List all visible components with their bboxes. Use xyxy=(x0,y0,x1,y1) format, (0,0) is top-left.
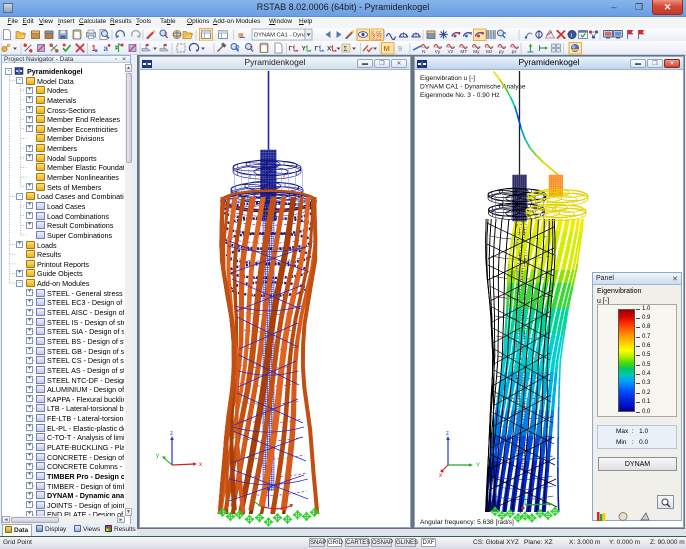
svg-text:Mz: Mz xyxy=(486,49,493,55)
svg-text:Eigenmode No. 3 - 0.90 Hz: Eigenmode No. 3 - 0.90 Hz xyxy=(420,92,500,99)
svg-text:i: i xyxy=(571,32,573,39)
svg-text:↗: ↗ xyxy=(502,32,507,38)
svg-text:Angular frequency: 5.638 [rad/: Angular frequency: 5.638 [rad/s] xyxy=(420,519,514,526)
svg-text:×: × xyxy=(164,32,167,38)
svg-text:Y: Y xyxy=(476,463,480,469)
svg-text:Vz: Vz xyxy=(448,49,454,55)
svg-text:M: M xyxy=(384,44,390,53)
svg-text:Σ: Σ xyxy=(344,45,348,53)
svg-text:Q: Q xyxy=(235,45,240,51)
svg-text:y: y xyxy=(156,453,159,459)
svg-text:DYNAM CA1 - Dynami: DYNAM CA1 - Dynami xyxy=(254,33,313,39)
svg-text:x: x xyxy=(519,510,522,516)
svg-text:z: z xyxy=(446,431,449,437)
svg-text:N: N xyxy=(422,49,426,55)
svg-text:Eigenvibration u [-]: Eigenvibration u [-] xyxy=(420,75,475,82)
svg-text:×: × xyxy=(250,45,253,51)
svg-text:My: My xyxy=(473,49,480,55)
svg-text:z: z xyxy=(170,431,173,437)
svg-text:DYNAM CA1 - Dynamische Analyse: DYNAM CA1 - Dynamische Analyse xyxy=(420,84,526,91)
svg-text:x: x xyxy=(199,462,202,468)
svg-text:Vy: Vy xyxy=(435,49,441,55)
svg-text:x: x xyxy=(439,473,442,479)
svg-text:▦: ▦ xyxy=(238,33,244,39)
svg-text:X: X xyxy=(327,46,332,53)
svg-text:Υ: Υ xyxy=(302,46,307,53)
svg-text:z: z xyxy=(270,483,273,489)
svg-text:MT: MT xyxy=(460,49,467,55)
svg-text:9: 9 xyxy=(398,44,402,53)
svg-text:Γ: Γ xyxy=(289,46,293,53)
svg-text:Γ: Γ xyxy=(315,46,319,53)
